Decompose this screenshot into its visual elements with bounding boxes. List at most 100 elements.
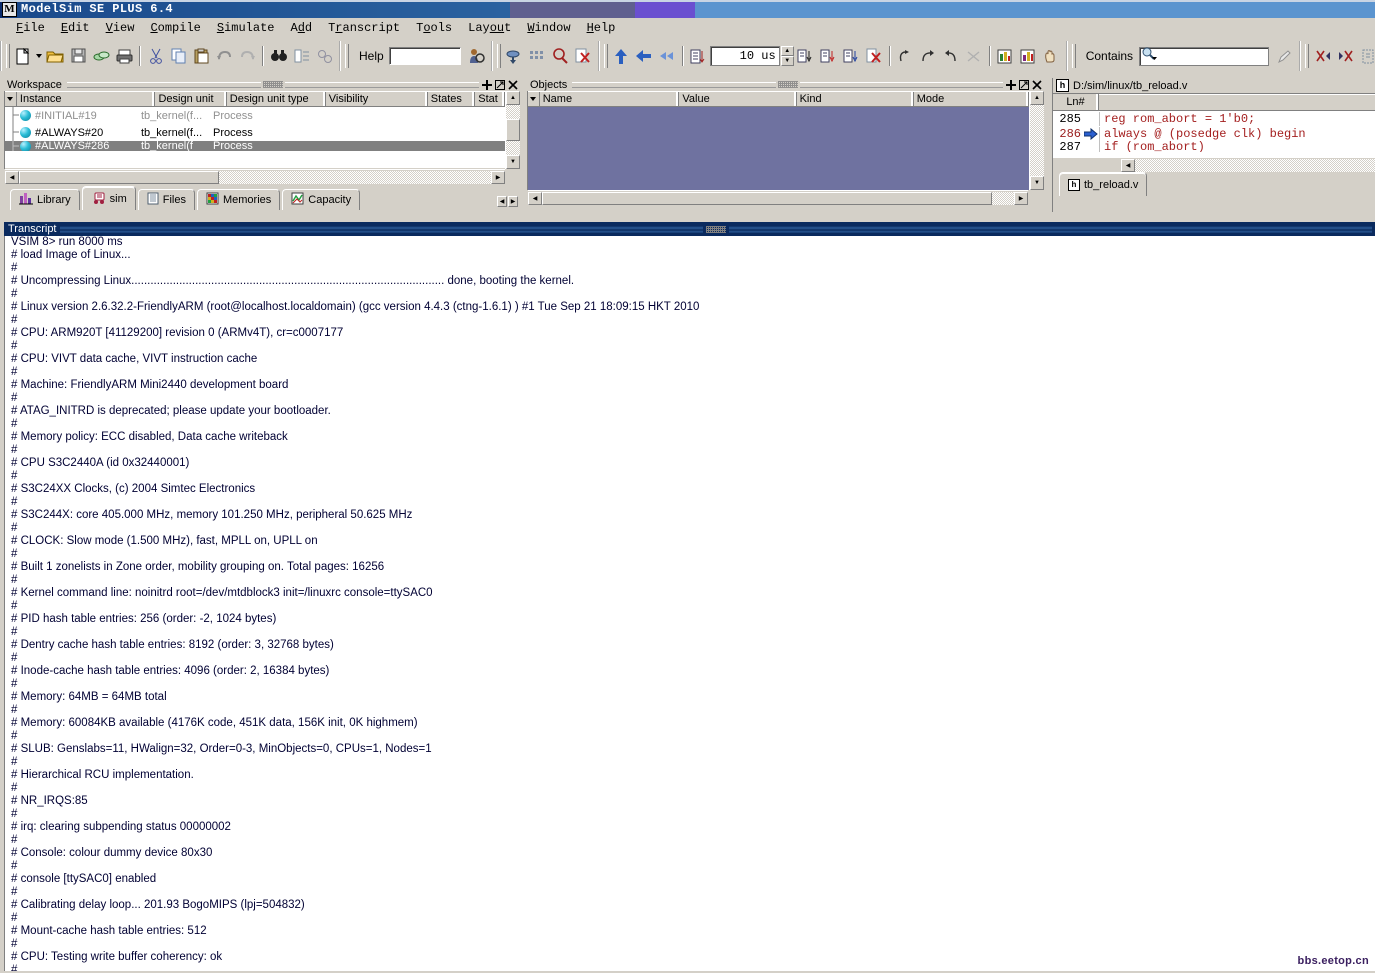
table-row[interactable]: #ALWAYS#286 tb_kernel(f Process	[5, 141, 505, 151]
run-back-icon[interactable]	[633, 45, 656, 68]
new-document-icon[interactable]	[12, 45, 35, 68]
menu-layout[interactable]: Layout	[460, 20, 519, 36]
workspace-hscroll-track[interactable]	[19, 170, 491, 184]
source-hscroll-track[interactable]	[1135, 158, 1375, 172]
workspace-vscroll-track[interactable]	[506, 105, 520, 155]
workspace-dock-icon[interactable]	[481, 79, 492, 90]
hand-pan-icon[interactable]	[1040, 45, 1063, 68]
pencil-edit-icon[interactable]	[1273, 45, 1296, 68]
workspace-col-states[interactable]: States	[427, 92, 476, 106]
workspace-vscroll-thumb[interactable]	[506, 119, 520, 141]
menu-help[interactable]: Help	[579, 20, 624, 36]
workspace-scroll-up[interactable]: ▲	[506, 91, 520, 105]
expand-all-icon[interactable]	[1334, 45, 1357, 68]
run-length-icon[interactable]	[687, 45, 710, 68]
help-toolbar-grip[interactable]	[345, 44, 349, 68]
step-over-icon[interactable]	[917, 45, 940, 68]
redo-icon[interactable]	[236, 45, 259, 68]
step-out-icon[interactable]	[940, 45, 963, 68]
help-search-person-icon[interactable]	[465, 45, 488, 68]
memory-report-icon[interactable]	[1017, 45, 1040, 68]
run-up-icon[interactable]	[610, 45, 633, 68]
workspace-close-icon[interactable]	[507, 79, 518, 90]
copy-icon[interactable]	[167, 45, 190, 68]
transcript-output[interactable]: VSIM 8> run 8000 ms # load Image of Linu…	[4, 236, 1375, 971]
table-row[interactable]: #INITIAL#19 tb_kernel(f... Process	[5, 107, 505, 124]
compile-icon[interactable]	[90, 45, 113, 68]
profile-report-icon[interactable]	[994, 45, 1017, 68]
menu-transcript[interactable]: Transcript	[320, 20, 408, 36]
tab-sim[interactable]: sim	[81, 186, 136, 210]
run-continue-icon[interactable]	[656, 45, 679, 68]
magnifier-dropdown-icon[interactable]	[1141, 46, 1158, 66]
workspace-scroll-right[interactable]: ▶	[491, 170, 505, 184]
workspace-scroll-left[interactable]: ◀	[5, 170, 19, 184]
toolbar-grip[interactable]	[6, 44, 10, 68]
run-all-icon[interactable]	[794, 45, 817, 68]
objects-hscroll-thumb[interactable]	[542, 191, 992, 205]
new-dropdown-arrow-icon[interactable]	[35, 45, 44, 68]
objects-scroll-up[interactable]: ▲	[1030, 91, 1044, 105]
objects-col-kind[interactable]: Kind	[796, 92, 914, 106]
menu-simulate[interactable]: Simulate	[209, 20, 283, 36]
save-icon[interactable]	[67, 45, 90, 68]
cut-icon[interactable]	[144, 45, 167, 68]
source-hscrollbar[interactable]: ◀	[1053, 157, 1375, 172]
objects-vscrollbar[interactable]: ▲ ▼	[1029, 91, 1044, 190]
find-in-files-icon[interactable]	[290, 45, 313, 68]
continue-run-icon[interactable]	[817, 45, 840, 68]
objects-filter-icon[interactable]	[528, 92, 540, 106]
objects-drag-grip[interactable]	[777, 81, 798, 88]
restart-icon[interactable]	[963, 45, 986, 68]
compile-selected-icon[interactable]	[503, 45, 526, 68]
simulate-icon[interactable]	[549, 45, 572, 68]
objects-undock-icon[interactable]	[1018, 79, 1029, 90]
objects-vscroll-track[interactable]	[1030, 105, 1044, 176]
tab-library[interactable]: Library	[10, 189, 80, 210]
paste-icon[interactable]	[190, 45, 213, 68]
find-binoculars-icon[interactable]	[267, 45, 290, 68]
workspace-col-design-unit[interactable]: Design unit	[155, 92, 227, 106]
workspace-filter-icon[interactable]	[5, 92, 17, 106]
tab-capacity[interactable]: Capacity	[282, 189, 361, 210]
source-line[interactable]: 286 always @ (posedge clk) begin	[1053, 126, 1375, 141]
tab-files[interactable]: Files	[137, 189, 195, 210]
objects-close-icon[interactable]	[1031, 79, 1042, 90]
compile-all-icon[interactable]	[526, 45, 549, 68]
menu-compile[interactable]: Compile	[142, 20, 208, 36]
source-line[interactable]: 285 reg rom_abort = 1'b0;	[1053, 111, 1375, 126]
objects-dock-icon[interactable]	[1005, 79, 1016, 90]
menu-add[interactable]: Add	[282, 20, 320, 36]
collapse-all-icon[interactable]	[1311, 45, 1334, 68]
objects-hscrollbar[interactable]: ◀ ▶	[528, 190, 1028, 205]
workspace-col-visibility[interactable]: Visibility	[325, 92, 428, 106]
workspace-col-instance[interactable]: Instance	[16, 92, 156, 106]
menu-tools[interactable]: Tools	[408, 20, 460, 36]
workspace-undock-icon[interactable]	[494, 79, 505, 90]
compile-toolbar-grip[interactable]	[496, 44, 501, 68]
objects-scroll-down[interactable]: ▼	[1030, 176, 1044, 190]
contains-toolbar-grip[interactable]	[1071, 44, 1076, 68]
workspace-col-design-unit-type[interactable]: Design unit type	[226, 92, 326, 106]
tab-memories[interactable]: Memories	[196, 189, 281, 210]
menu-window[interactable]: Window	[519, 20, 578, 36]
run-length-stepper[interactable]: ▲ ▼	[780, 46, 794, 66]
source-line[interactable]: 287 if (rom_abort)	[1053, 141, 1375, 152]
run-length-stepper-up[interactable]: ▲	[780, 46, 794, 56]
objects-empty-body[interactable]	[528, 107, 1029, 190]
workspace-hscrollbar[interactable]: ◀ ▶	[5, 169, 505, 184]
workspace-scroll-down[interactable]: ▼	[506, 155, 520, 169]
objects-col-mode[interactable]: Mode	[913, 92, 1029, 106]
menu-file[interactable]: File	[8, 20, 53, 36]
help-input[interactable]	[388, 47, 461, 65]
objects-scroll-right[interactable]: ▶	[1014, 191, 1028, 205]
table-row[interactable]: #ALWAYS#20 tb_kernel(f... Process	[5, 124, 505, 141]
break-icon[interactable]	[572, 45, 595, 68]
open-folder-icon[interactable]	[44, 45, 67, 68]
step-into-icon[interactable]	[894, 45, 917, 68]
sim-toolbar-grip[interactable]	[603, 44, 608, 68]
objects-hscroll-track[interactable]	[542, 191, 1014, 205]
source-col-code[interactable]	[1099, 94, 1375, 110]
copy-signal-icon[interactable]	[1357, 45, 1375, 68]
workspace-tabscroll-left[interactable]: ◀	[497, 196, 507, 207]
